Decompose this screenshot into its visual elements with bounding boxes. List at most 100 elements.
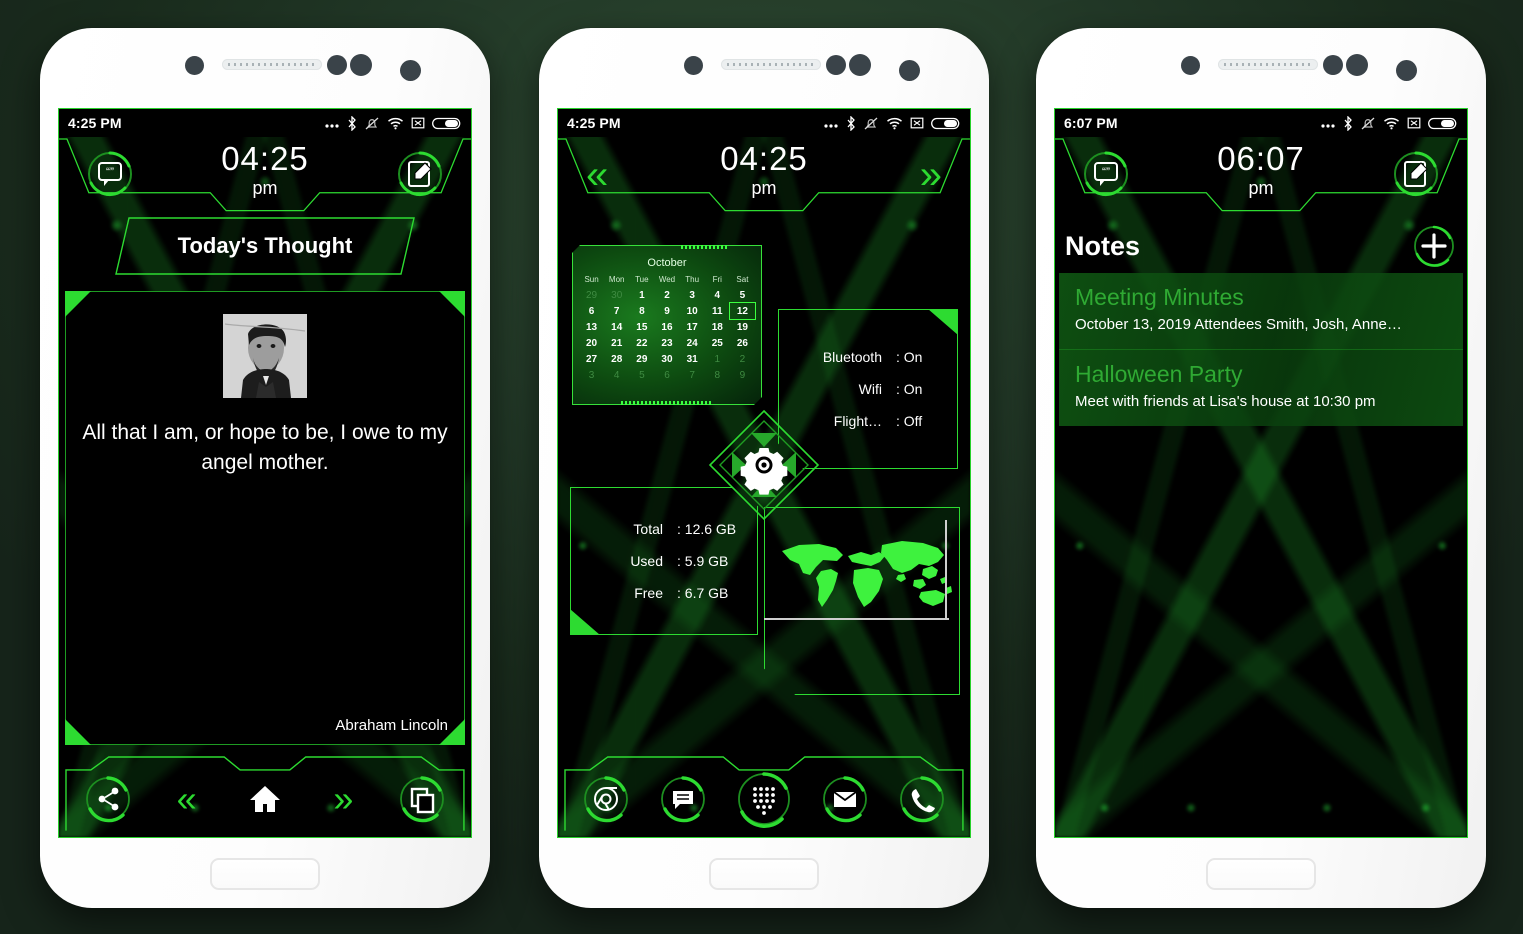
clock-meridiem: pm [751,178,777,198]
clock-header: 04:25 pm “” [59,137,471,213]
note-edit-icon[interactable] [1391,149,1441,199]
calendar-day-today[interactable]: 12 [730,303,755,319]
calendar-day[interactable]: 13 [579,319,604,335]
quote-author: Abraham Lincoln [335,717,448,734]
calendar-day[interactable]: 6 [654,367,679,383]
calendar-day[interactable]: 15 [629,319,654,335]
calendar-grid[interactable]: Sun Mon Tue Wed Thu Fri Sat 29 30 1 2 3 4 5 6 7 8 9 10 11 12… [573,275,761,383]
add-note-icon[interactable] [1411,223,1457,269]
app-drawer-icon[interactable] [733,768,795,830]
home-button[interactable] [709,858,819,890]
calendar-day[interactable]: 6 [579,303,604,319]
status-bar-icons [324,115,462,131]
clock-widget[interactable]: 04:25 pm [558,141,970,199]
calendar-day[interactable]: 5 [629,367,654,383]
calendar-day[interactable]: 3 [680,287,705,303]
calendar-day[interactable]: 10 [680,303,705,319]
status-bar: 4:25 PM [59,109,471,137]
calendar-day[interactable]: 14 [604,319,629,335]
chevron-double-right-icon[interactable]: » [316,772,370,826]
toggle-row[interactable]: Wifi: On [787,381,957,397]
map-axis-horizontal [764,618,949,620]
todays-thought-banner[interactable]: Today's Thought [115,217,415,275]
settings-gear-icon [740,448,788,495]
status-bar: 6:07 PM [1055,109,1467,137]
calendar-day[interactable]: 22 [629,335,654,351]
calendar-day[interactable]: 5 [730,287,755,303]
calendar-day[interactable]: 29 [579,287,604,303]
calendar-day[interactable]: 28 [604,351,629,367]
browser-chrome-icon[interactable] [579,772,633,826]
calendar-widget[interactable]: October Sun Mon Tue Wed Thu Fri Sat 29 30 1 2 3 4 5 6 7… [572,245,762,405]
toggle-row[interactable]: Bluetooth: On [787,349,957,365]
status-bar-clock: 4:25 PM [68,115,122,131]
wifi-icon [387,116,404,130]
calendar-day[interactable]: 20 [579,335,604,351]
wifi-icon [886,116,903,130]
calendar-day[interactable]: 19 [730,319,755,335]
calendar-day[interactable]: 31 [680,351,705,367]
chevron-double-right-icon[interactable]: » [920,155,942,195]
dock-items [564,756,964,832]
calendar-day[interactable]: 11 [705,303,730,319]
quote-bubble-icon[interactable]: “” [85,149,135,199]
calendar-day[interactable]: 8 [629,303,654,319]
chevron-double-left-icon[interactable]: « [160,772,214,826]
calendar-day[interactable]: 7 [680,367,705,383]
calendar-day[interactable]: 18 [705,319,730,335]
calendar-day[interactable]: 25 [705,335,730,351]
no-sim-icon [1407,116,1421,130]
calendar-day[interactable]: 23 [654,335,679,351]
calendar-day[interactable]: 24 [680,335,705,351]
calendar-day[interactable]: 29 [629,351,654,367]
note-edit-icon[interactable] [395,149,445,199]
home-button[interactable] [1206,858,1316,890]
storage-value: : 12.6 GB [677,521,737,537]
calendar-day[interactable]: 26 [730,335,755,351]
calendar-day[interactable]: 8 [705,367,730,383]
calendar-day[interactable]: 7 [604,303,629,319]
storage-label: Total [633,521,663,537]
proximity-sensor [1181,56,1200,75]
chevron-double-left-icon[interactable]: « [586,155,608,195]
notes-list[interactable]: Meeting Minutes October 13, 2019 Attendee… [1059,273,1463,426]
light-sensor [1346,54,1368,76]
phone-dialer-icon[interactable] [895,772,949,826]
quote-bubble-icon[interactable]: “” [1081,149,1131,199]
share-icon[interactable] [81,772,135,826]
calendar-day[interactable]: 17 [680,319,705,335]
home-button[interactable] [210,858,320,890]
calendar-day[interactable]: 9 [654,303,679,319]
home-icon[interactable] [238,772,292,826]
world-map-widget[interactable] [764,507,960,695]
calendar-day[interactable]: 30 [654,351,679,367]
note-list-item[interactable]: Halloween Party Meet with friends at Lisa… [1059,349,1463,426]
corner-decoration-bl [65,719,91,745]
calendar-day[interactable]: 4 [604,367,629,383]
calendar-day[interactable]: 2 [654,287,679,303]
calendar-day[interactable]: 1 [629,287,654,303]
calendar-day[interactable]: 16 [654,319,679,335]
battery-icon [432,116,462,131]
calendar-day[interactable]: 1 [705,351,730,367]
settings-diamond-control[interactable] [708,409,820,521]
note-list-item[interactable]: Meeting Minutes October 13, 2019 Attendee… [1059,273,1463,349]
calendar-month-label: October [647,257,687,269]
calendar-day[interactable]: 3 [579,367,604,383]
app-dock [564,756,964,832]
status-bar-clock: 6:07 PM [1064,115,1118,131]
clock-header: 04:25 pm « » [558,137,970,213]
phone-device-1: 4:25 PM 04:25 pm “” Today's Thought All … [40,28,490,908]
svg-text:“”: “” [106,165,114,179]
calendar-day[interactable]: 21 [604,335,629,351]
recent-apps-icon[interactable] [395,772,449,826]
calendar-day[interactable]: 30 [604,287,629,303]
calendar-day[interactable]: 2 [730,351,755,367]
messages-icon[interactable] [656,772,710,826]
calendar-day[interactable]: 27 [579,351,604,367]
page-title: Notes [1065,230,1141,261]
toggle-value: : Off [896,413,923,429]
calendar-day[interactable]: 9 [730,367,755,383]
calendar-day[interactable]: 4 [705,287,730,303]
email-icon[interactable] [818,772,872,826]
